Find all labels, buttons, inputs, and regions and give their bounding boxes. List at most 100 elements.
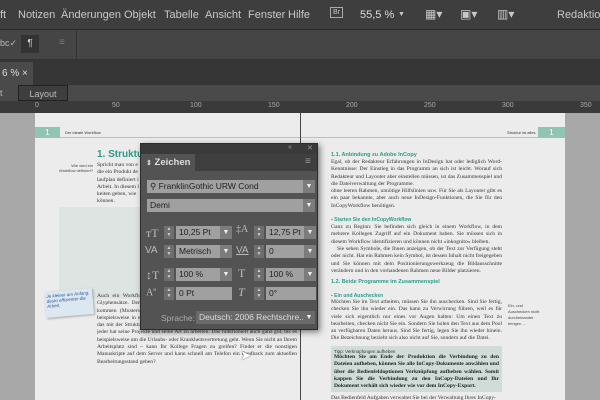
workspace-switcher[interactable]: Redaktion: [557, 9, 600, 21]
kerning-stepper[interactable]: ▲ ▼: [164, 245, 174, 258]
tab-text[interactable]: t: [0, 88, 3, 98]
ruler-tick: 0: [35, 102, 39, 109]
panel-title: Zeichen: [154, 157, 191, 168]
panel-titlebar[interactable]: « ✕: [141, 144, 317, 154]
font-style-field[interactable]: Demi: [147, 199, 303, 212]
tracking-stepper[interactable]: ▲ ▼: [254, 245, 264, 258]
close-icon[interactable]: ×: [22, 68, 28, 79]
font-size-stepper[interactable]: ▲ ▼: [164, 226, 174, 239]
mouse-cursor-icon: ➤: [240, 347, 252, 363]
font-size-dropdown[interactable]: ▼: [220, 226, 232, 239]
margin-note-left: Wie wird ein Workflow definiert?: [59, 163, 93, 173]
panel-menu-icon[interactable]: ≡: [305, 156, 311, 167]
vertical-scale-field[interactable]: 100 %: [176, 268, 220, 281]
arrange-documents-icon[interactable]: ▥▾: [497, 7, 514, 21]
ruler-tick: 150: [268, 102, 280, 109]
section-heading: 1.1. Anbindung zu Adobe InCopy: [331, 152, 417, 158]
horizontal-scale-dropdown[interactable]: ▼: [304, 268, 316, 281]
leading-stepper[interactable]: ▲ ▼: [254, 226, 264, 239]
font-family-dropdown[interactable]: ▼: [303, 180, 315, 193]
menu-schrift[interactable]: ft: [0, 9, 6, 21]
menu-notizen[interactable]: Notizen: [18, 9, 55, 21]
tab-layout[interactable]: Layout: [18, 85, 68, 101]
divider: [76, 30, 77, 60]
ruler-tick: 50: [112, 102, 120, 109]
header-rule: [301, 137, 538, 138]
vertical-scale-icon: ↕T: [146, 268, 160, 282]
font-family-value: FranklinGothic URW Cond: [158, 181, 259, 191]
horizontal-ruler[interactable]: 0 50 100 150 200 250 300 350: [0, 101, 600, 113]
close-icon[interactable]: ✕: [307, 144, 313, 152]
font-style-dropdown[interactable]: ▼: [303, 199, 315, 212]
document-tab[interactable]: 6 % ×: [0, 62, 33, 85]
tab-zeichen[interactable]: ⇕ Zeichen: [141, 154, 195, 171]
ruler-tick: 350: [580, 102, 592, 109]
tip-body: Möchten Sie am Ende der Produktion die V…: [334, 354, 499, 390]
section-heading: 1.2. Beide Programme im Zusammenspiel: [331, 279, 440, 285]
page-number-right: 1: [538, 127, 565, 138]
view-options-icon[interactable]: ▦▾: [425, 7, 442, 21]
menu-objekt[interactable]: Objekt: [124, 9, 156, 21]
leading-icon: ‡A: [236, 224, 249, 235]
kerning-field[interactable]: Metrisch: [176, 245, 220, 258]
baseline-shift-stepper[interactable]: ▲ ▼: [164, 287, 174, 300]
paragraph: Möchten Sie im Text arbeiten, müssen Sie…: [331, 299, 502, 342]
tracking-dropdown[interactable]: ▼: [304, 245, 316, 258]
sticky-note: Je kleiner am Anfang, desto effizienter …: [43, 287, 95, 319]
language-select[interactable]: Deutsch: 2006 Rechtschre...: [196, 311, 303, 324]
paragraph: Spricht man von e die ein Produkt de lau…: [97, 162, 139, 205]
updown-icon: ⇕: [146, 160, 152, 167]
skew-stepper[interactable]: ▲ ▼: [254, 287, 264, 300]
header-rule: [60, 137, 300, 138]
ruler-tick: 300: [502, 102, 514, 109]
vertical-scale-dropdown[interactable]: ▼: [220, 268, 232, 281]
baseline-shift-field[interactable]: 0 Pt: [176, 287, 232, 300]
character-panel: « ✕ ⇕ Zeichen ≡ ⚲ FranklinGothic URW Con…: [140, 143, 318, 330]
leading-field[interactable]: 12,75 Pt: [266, 226, 304, 239]
vertical-scale-stepper[interactable]: ▲ ▼: [164, 268, 174, 281]
subsection-heading: ▪ Starten Sie den InCopyWorkflow: [331, 217, 412, 223]
menu-tabelle[interactable]: Tabelle: [164, 9, 199, 21]
spellcheck-icon[interactable]: bc✓: [0, 38, 17, 49]
horizontal-scale-field[interactable]: 100 %: [266, 268, 304, 281]
screen-mode-icon[interactable]: ▣▾: [460, 7, 477, 21]
kerning-dropdown[interactable]: ▼: [220, 245, 232, 258]
font-size-field[interactable]: 10,25 Pt: [176, 226, 220, 239]
language-dropdown[interactable]: ▼: [303, 311, 315, 324]
tip-box: Tipp: Verknüpfungen aufheben Möchten Sie…: [331, 346, 502, 392]
skew-field[interactable]: 0°: [266, 287, 316, 300]
menu-bar: ft Notizen Änderungen Objekt Tabelle Ans…: [0, 0, 600, 30]
paragraph: Sie sehen Symbole, die Ihnen anzeigen, o…: [331, 246, 502, 274]
search-icon: ⚲: [150, 181, 157, 191]
paragraph: Das Bedienfeld Aufgaben verwaltet Sie be…: [331, 395, 497, 400]
chevron-down-icon[interactable]: ▼: [398, 11, 405, 18]
menu-hilfe[interactable]: Hilfe: [288, 9, 310, 21]
running-head-right: Struktur ist alles: [507, 130, 536, 135]
menu-aenderungen[interactable]: Änderungen: [61, 9, 121, 21]
language-label: Sprache:: [161, 313, 196, 323]
zoom-select[interactable]: 55,5 %: [360, 9, 394, 21]
paragraph: ohne leeren Rahmen, unnötige Hilfslinien…: [331, 188, 502, 209]
document-tab-label: 6 %: [2, 68, 20, 79]
menu-icon[interactable]: ≡: [59, 37, 65, 48]
document-tab-bar: [0, 60, 600, 85]
image-placeholder: [59, 207, 141, 299]
ruler-tick: 100: [190, 102, 202, 109]
leading-dropdown[interactable]: ▼: [304, 226, 316, 239]
running-head-left: Der ideale Workflow: [65, 130, 101, 135]
pilcrow-icon[interactable]: ¶: [21, 35, 39, 53]
control-toolbar: bc✓ ¶ ≡: [0, 30, 600, 60]
tracking-field[interactable]: 0: [266, 245, 304, 258]
horizontal-scale-icon: T: [238, 266, 246, 280]
page-number-left: 1: [35, 127, 60, 138]
ruler-tick: 250: [424, 102, 436, 109]
paragraph: Egal, ob der Redakteur Erfahrungen in In…: [331, 159, 502, 187]
kerning-icon: VA: [145, 245, 158, 256]
horizontal-scale-stepper[interactable]: ▲ ▼: [254, 268, 264, 281]
menu-ansicht[interactable]: Ansicht: [205, 9, 241, 21]
view-tab-bar: t Layout: [0, 85, 600, 101]
bridge-button[interactable]: Br: [330, 7, 343, 18]
font-family-field[interactable]: ⚲ FranklinGothic URW Cond: [147, 180, 303, 193]
menu-fenster[interactable]: Fenster: [248, 9, 285, 21]
collapse-icon[interactable]: «: [288, 144, 292, 151]
